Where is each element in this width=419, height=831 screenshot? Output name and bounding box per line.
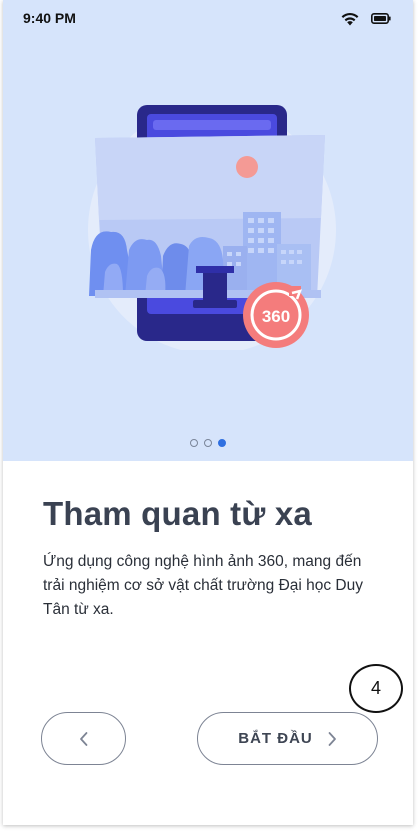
360-view-illustration: 360 bbox=[88, 105, 336, 350]
battery-icon bbox=[371, 13, 391, 24]
start-button-label: BẮT ĐẦU bbox=[238, 730, 313, 747]
onboarding-title: Tham quan từ xa bbox=[43, 495, 312, 532]
chevron-left-icon bbox=[79, 731, 87, 746]
status-time: 9:40 PM bbox=[23, 10, 76, 26]
chevron-right-icon bbox=[328, 731, 336, 746]
step-number-badge: 4 bbox=[349, 664, 403, 713]
back-button[interactable] bbox=[41, 712, 126, 765]
phone-screen: 9:40 PM 360 Tham quan từ xa Ứng dụng côn… bbox=[3, 0, 413, 825]
page-indicator bbox=[3, 434, 413, 447]
page-dot-3-active[interactable] bbox=[218, 438, 226, 447]
360-badge-text: 360 bbox=[262, 307, 290, 326]
page-dot-2[interactable] bbox=[204, 438, 212, 447]
status-bar: 9:40 PM bbox=[3, 0, 413, 36]
onboarding-description: Ứng dụng công nghệ hình ảnh 360, mang đế… bbox=[43, 553, 363, 618]
onboarding-hero: 9:40 PM 360 bbox=[3, 0, 413, 461]
wifi-icon bbox=[341, 12, 359, 26]
onboarding-content: Tham quan từ xa Ứng dụng công nghệ hình … bbox=[3, 461, 413, 825]
start-button[interactable]: BẮT ĐẦU bbox=[197, 712, 378, 765]
page-dot-1[interactable] bbox=[190, 438, 198, 447]
